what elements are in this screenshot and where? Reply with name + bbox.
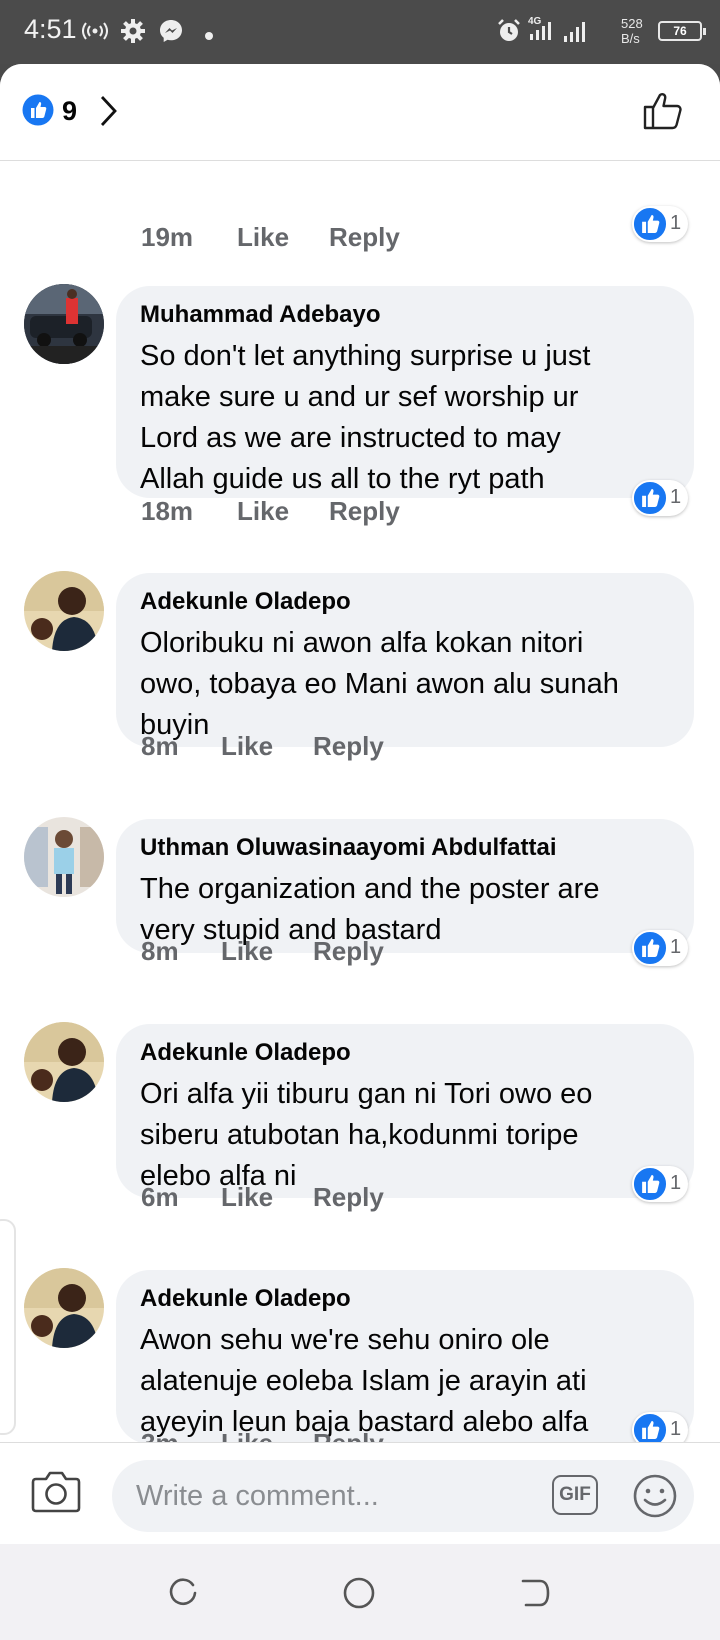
avatar[interactable] (24, 817, 104, 897)
comment-placeholder: Write a comment... (136, 1480, 379, 1512)
avatar[interactable] (24, 1022, 104, 1102)
comments-sheet: 9 19m Like Reply 1 Muhammad Adebayo So d… (0, 64, 720, 1544)
like-link[interactable]: Like (221, 731, 273, 762)
network-speed: 528 B/s (621, 16, 643, 46)
avatar[interactable] (24, 1268, 104, 1348)
comment-composer: Write a comment... GIF (0, 1442, 720, 1544)
like-reaction-icon (632, 930, 668, 971)
comment-text: Ori alfa yii tiburu gan ni Tori owo eo s… (140, 1078, 593, 1192)
like-link[interactable]: Like (237, 222, 289, 253)
comment-bubble[interactable]: Muhammad Adebayo So don't let anything s… (116, 286, 694, 498)
comment-text: So don't let anything surprise u just ma… (140, 340, 591, 495)
like-reaction-icon (632, 1166, 668, 1207)
chevron-right-icon[interactable] (98, 94, 120, 133)
comment-bubble[interactable]: Adekunle Oladepo Ori alfa yii tiburu gan… (116, 1024, 694, 1198)
like-link[interactable]: Like (221, 936, 273, 967)
signal-bars-icon (562, 18, 590, 49)
comment-author[interactable]: Muhammad Adebayo (140, 301, 380, 329)
thumbs-up-icon[interactable] (642, 89, 684, 136)
smiley-icon[interactable] (632, 1473, 678, 1524)
comment-time: 8m (141, 936, 179, 966)
reply-link[interactable]: Reply (313, 1182, 384, 1213)
comment-bubble[interactable]: Adekunle Oladepo Awon sehu we're sehu on… (116, 1270, 694, 1444)
comment-text: Oloribuku ni awon alfa kokan nitori owo,… (140, 627, 619, 741)
reply-link[interactable]: Reply (313, 731, 384, 762)
camera-icon[interactable] (30, 1467, 82, 1520)
floating-chat-head-edge[interactable] (0, 1219, 16, 1435)
recent-apps-icon[interactable] (166, 1576, 200, 1615)
like-reaction-icon[interactable] (22, 94, 54, 131)
messenger-icon (158, 18, 184, 49)
reaction-count: 1 (670, 1418, 682, 1440)
comment-author[interactable]: Adekunle Oladepo (140, 588, 351, 616)
reaction-count: 1 (670, 1172, 682, 1194)
reaction-badge[interactable]: 1 (632, 480, 688, 516)
like-reaction-icon (632, 206, 668, 247)
alarm-icon (496, 18, 522, 49)
comment-bubble[interactable]: Uthman Oluwasinaayomi Abdulfattai The or… (116, 819, 694, 953)
comment-author[interactable]: Adekunle Oladepo (140, 1285, 351, 1313)
comment-time: 8m (141, 731, 179, 761)
hotspot-icon (82, 22, 108, 45)
reply-link[interactable]: Reply (329, 496, 400, 527)
signal-4g-icon: 4G (528, 14, 558, 49)
reaction-badge[interactable]: 1 (632, 1166, 688, 1202)
back-icon[interactable] (518, 1576, 552, 1615)
notification-dot-icon (204, 28, 214, 46)
like-link[interactable]: Like (237, 496, 289, 527)
battery-indicator: 76 (658, 21, 706, 41)
reaction-count: 1 (670, 212, 682, 234)
comments-list: 19m Like Reply 1 Muhammad Adebayo So don… (0, 161, 720, 1503)
comment-author[interactable]: Uthman Oluwasinaayomi Abdulfattai (140, 834, 557, 862)
home-icon[interactable] (342, 1576, 376, 1615)
comment-author[interactable]: Adekunle Oladepo (140, 1039, 351, 1067)
status-time: 4:51 (24, 14, 77, 44)
system-navigation-bar (0, 1544, 720, 1640)
comment-time: 19m (141, 222, 194, 252)
like-reaction-icon (632, 480, 668, 521)
comment-text: Awon sehu we're sehu oniro ole alatenuje… (140, 1324, 589, 1438)
reactions-header: 9 (0, 64, 720, 161)
comment-input[interactable]: Write a comment... GIF (112, 1460, 694, 1532)
avatar[interactable] (24, 284, 104, 364)
reply-link[interactable]: Reply (329, 222, 400, 253)
reaction-count: 1 (670, 936, 682, 958)
gif-button[interactable]: GIF (552, 1475, 598, 1515)
comment-time: 6m (141, 1182, 179, 1212)
like-count[interactable]: 9 (62, 96, 77, 127)
reaction-count: 1 (670, 486, 682, 508)
svg-text:4G: 4G (528, 16, 542, 27)
comment-time: 18m (141, 496, 194, 526)
like-link[interactable]: Like (221, 1182, 273, 1213)
avatar[interactable] (24, 571, 104, 651)
reply-link[interactable]: Reply (313, 936, 384, 967)
settings-gear-icon (120, 18, 146, 49)
comment-bubble[interactable]: Adekunle Oladepo Oloribuku ni awon alfa … (116, 573, 694, 747)
reaction-badge[interactable]: 1 (632, 206, 688, 242)
reaction-badge[interactable]: 1 (632, 930, 688, 966)
status-bar: 4:51 4G 528 B/s 76 (0, 0, 720, 64)
